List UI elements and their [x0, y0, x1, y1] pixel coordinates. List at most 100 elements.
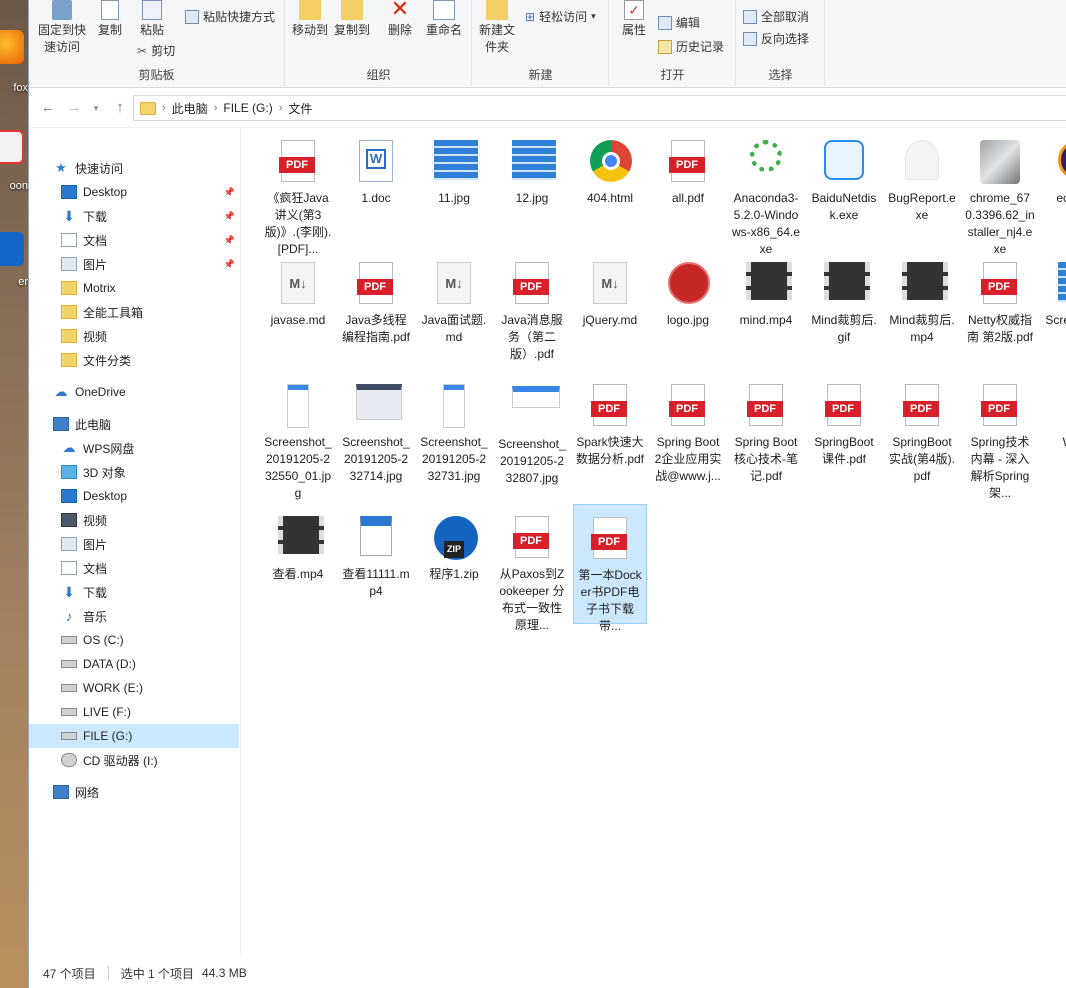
file-item[interactable]: 查看11111.mp4: [339, 504, 413, 622]
breadcrumb-this-pc[interactable]: 此电脑: [172, 100, 208, 117]
nav-item[interactable]: 文件分类: [29, 348, 239, 372]
file-item[interactable]: PDF SpringBoot实战(第4版).pdf: [885, 372, 959, 490]
address-bar[interactable]: › 此电脑 › FILE (G:) › 文件: [133, 95, 1066, 121]
nav-item[interactable]: 文档 📌: [29, 228, 239, 252]
file-item[interactable]: Screenshot_20191205-232550_01.jpg: [261, 372, 335, 500]
invert-selection-button[interactable]: 反向选择: [743, 30, 809, 47]
file-item[interactable]: Screenshot_20191205-232731.jpg: [417, 372, 491, 490]
nav-item[interactable]: Desktop: [29, 484, 239, 508]
nav-item[interactable]: LIVE (F:): [29, 700, 239, 724]
file-item[interactable]: W 1.doc: [339, 128, 413, 246]
app-icon[interactable]: [0, 130, 24, 164]
file-item[interactable]: 11.jpg: [417, 128, 491, 246]
recent-chevron-icon[interactable]: ▾: [87, 98, 105, 118]
button-label: 复制到: [333, 23, 370, 37]
nav-item[interactable]: 图片: [29, 532, 239, 556]
file-item[interactable]: PDF Java消息服务（第二版）.pdf: [495, 250, 569, 368]
file-item[interactable]: M↓ jQuery.md: [573, 250, 647, 368]
nav-item[interactable]: 文档: [29, 556, 239, 580]
nav-item[interactable]: 视频: [29, 508, 239, 532]
file-item[interactable]: Mind裁剪后.gif: [807, 250, 881, 368]
file-item[interactable]: ZIP 程序1.zip: [417, 504, 491, 622]
file-item[interactable]: PDF 《疯狂Java讲义(第3版)》.(李刚).[PDF]...: [261, 128, 335, 256]
file-item[interactable]: PDF all.pdf: [651, 128, 725, 246]
nav-item[interactable]: 3D 对象: [29, 460, 239, 484]
nav-item[interactable]: ☁ OneDrive: [29, 380, 239, 404]
file-item[interactable]: BugReport.exe: [885, 128, 959, 246]
copy-to-button[interactable]: 复制到: [332, 0, 372, 39]
breadcrumb-drive[interactable]: FILE (G:): [223, 101, 272, 115]
back-arrow-icon[interactable]: ←: [39, 98, 57, 118]
app-icon[interactable]: [0, 232, 24, 266]
file-item[interactable]: Screenshot_20191205-232807.jpg: [495, 372, 569, 490]
breadcrumb-folder[interactable]: 文件: [288, 100, 312, 117]
file-item[interactable]: logo.jpg: [651, 250, 725, 368]
file-item[interactable]: chrome_670.3396.62_installer_nj4.exe: [963, 128, 1037, 256]
nav-item[interactable]: ★ 快速访问: [29, 156, 239, 180]
nav-item[interactable]: Desktop 📌: [29, 180, 239, 204]
forward-arrow-icon[interactable]: →: [65, 98, 83, 118]
history-button[interactable]: 历史记录: [658, 38, 724, 55]
nav-item[interactable]: 此电脑: [29, 412, 239, 436]
paste-shortcut-button[interactable]: 粘贴快捷方式: [185, 8, 275, 25]
file-item[interactable]: M↓ Java面试题.md: [417, 250, 491, 368]
nav-item[interactable]: FILE (G:): [29, 724, 239, 748]
nav-item[interactable]: OS (C:): [29, 628, 239, 652]
move-to-button[interactable]: 移动到: [290, 0, 330, 39]
rename-button[interactable]: 重命名: [422, 0, 466, 39]
file-item[interactable]: M↓ javase.md: [261, 250, 335, 368]
properties-button[interactable]: ✓ 属性: [614, 0, 654, 39]
file-item[interactable]: eclipt-wi: [1041, 128, 1066, 246]
nav-item-label: 下载: [83, 585, 108, 600]
nav-item[interactable]: 视频: [29, 324, 239, 348]
file-item[interactable]: PDF Spark快速大数据分析.pdf: [573, 372, 647, 490]
edit-button[interactable]: 编辑: [658, 14, 700, 31]
file-item[interactable]: Winm: [1041, 372, 1066, 490]
file-item[interactable]: mind.mp4: [729, 250, 803, 368]
nav-item[interactable]: Motrix: [29, 276, 239, 300]
nav-item[interactable]: ⬇ 下载: [29, 580, 239, 604]
pin-quick-access-button[interactable]: 固定到快速访问: [35, 0, 89, 56]
file-item[interactable]: 12.jpg: [495, 128, 569, 246]
nav-item[interactable]: WORK (E:): [29, 676, 239, 700]
chevron-right-icon[interactable]: ›: [279, 102, 283, 114]
file-item[interactable]: Screenshot_20191205-232714.jpg: [339, 372, 413, 490]
nav-item[interactable]: CD 驱动器 (I:): [29, 748, 239, 772]
copy-button[interactable]: 复制: [93, 0, 127, 39]
file-item[interactable]: Mind裁剪后.mp4: [885, 250, 959, 368]
new-folder-button[interactable]: 新建文件夹: [477, 0, 517, 56]
nav-item[interactable]: ♪ 音乐: [29, 604, 239, 628]
file-item[interactable]: 404.html: [573, 128, 647, 246]
file-item[interactable]: PDF Java多线程编程指南.pdf: [339, 250, 413, 368]
file-item[interactable]: PDF Spring技术内幕 - 深入解析Spring架...: [963, 372, 1037, 500]
nav-item[interactable]: 全能工具箱: [29, 300, 239, 324]
easy-access-button[interactable]: ⊞ 轻松访问 ▾: [525, 8, 596, 25]
pdf-badge: PDF: [669, 157, 705, 173]
file-item[interactable]: PDF 第一本Docker书PDF电子书下载 带...: [573, 504, 647, 633]
file-item[interactable]: PDF SpringBoot课件.pdf: [807, 372, 881, 490]
chevron-right-icon[interactable]: ›: [214, 102, 218, 114]
file-item[interactable]: Anaconda3-5.2.0-Windows-x86_64.exe: [729, 128, 803, 256]
nav-item[interactable]: ⬇ 下载 📌: [29, 204, 239, 228]
file-item[interactable]: PDF Spring Boot 2企业应用实战@www.j...: [651, 372, 725, 490]
file-item[interactable]: PDF 从Paxos到Zookeeper 分布式一致性原理...: [495, 504, 569, 632]
nav-item[interactable]: DATA (D:): [29, 652, 239, 676]
pdf-badge: PDF: [903, 401, 939, 417]
file-item[interactable]: Scret_204-22: [1041, 250, 1066, 368]
firefox-icon[interactable]: [0, 30, 24, 64]
file-item[interactable]: 查看.mp4: [261, 504, 335, 622]
up-arrow-icon[interactable]: ↑: [111, 98, 129, 118]
file-view: PDF 《疯狂Java讲义(第3版)》.(李刚).[PDF]... W 1.doc 11…: [257, 128, 1066, 955]
nav-item[interactable]: ☁ WPS网盘: [29, 436, 239, 460]
delete-button[interactable]: ✕ 删除: [382, 0, 418, 39]
pdf-icon: PDF: [669, 140, 705, 182]
select-none-button[interactable]: 全部取消: [743, 8, 809, 25]
nav-item[interactable]: 网络: [29, 780, 239, 804]
chevron-right-icon[interactable]: ›: [162, 102, 166, 114]
file-item[interactable]: BaiduNetdisk.exe: [807, 128, 881, 246]
nav-item[interactable]: 图片 📌: [29, 252, 239, 276]
paste-button[interactable]: 粘贴: [135, 0, 169, 39]
file-item[interactable]: PDF Netty权威指南 第2版.pdf: [963, 250, 1037, 368]
cut-button[interactable]: ✂ 剪切: [137, 42, 175, 59]
file-item[interactable]: PDF Spring Boot核心技术-笔记.pdf: [729, 372, 803, 490]
